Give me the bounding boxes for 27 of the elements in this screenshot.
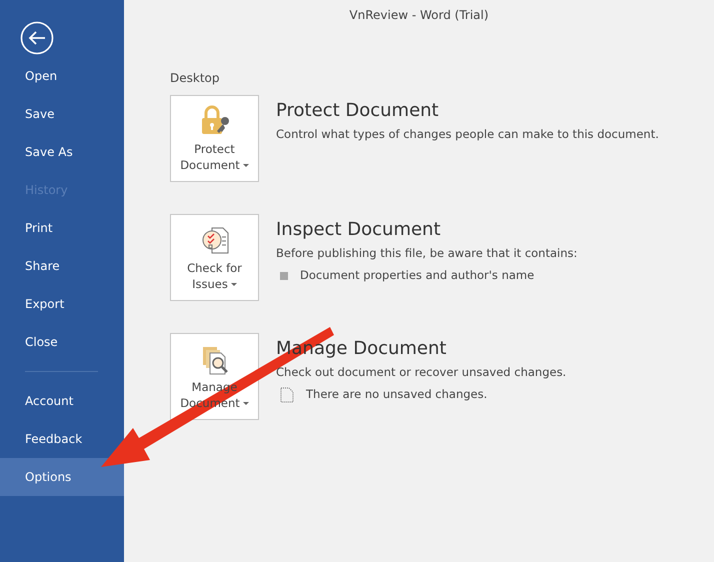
sidebar-item[interactable]: Save As [0, 133, 124, 171]
section-description: Check out document or recover unsaved changes. [276, 364, 566, 381]
caret-icon [242, 164, 249, 168]
section-title: Protect Document [276, 99, 440, 123]
sidebar-item[interactable]: Options [0, 458, 124, 496]
section-button[interactable]: Check for Issues [170, 214, 259, 301]
section-label: Desktop [170, 70, 220, 87]
caret-icon [230, 283, 237, 286]
sidebar-item[interactable]: Print [0, 209, 124, 247]
section-description: Before publishing this file, be aware that it contains: [276, 245, 578, 262]
sidebar-item[interactable]: Export [0, 285, 124, 323]
back-icon[interactable] [20, 21, 54, 55]
sidebar-item[interactable]: Feedback [0, 420, 124, 458]
section-title: Inspect Document [276, 218, 442, 242]
sidebar-item[interactable]: Open [0, 57, 124, 95]
dotted-document-icon [280, 386, 294, 403]
note-text: There are no unsaved changes. [306, 386, 488, 404]
square-bullet-icon [280, 272, 288, 280]
sidebar-item[interactable]: Account [0, 382, 124, 420]
note-text: Document properties and author's name [300, 267, 534, 284]
section-description: Control what types of changes people can make to this document. [276, 126, 659, 143]
sidebar-item[interactable]: Close [0, 323, 124, 361]
sidebar-item[interactable]: Share [0, 247, 124, 285]
section-button[interactable]: Protect Document [170, 95, 259, 182]
window-title: VnReview - Word (Trial) [348, 7, 490, 24]
caret-icon [242, 402, 249, 406]
sidebar-item[interactable]: Save [0, 95, 124, 133]
